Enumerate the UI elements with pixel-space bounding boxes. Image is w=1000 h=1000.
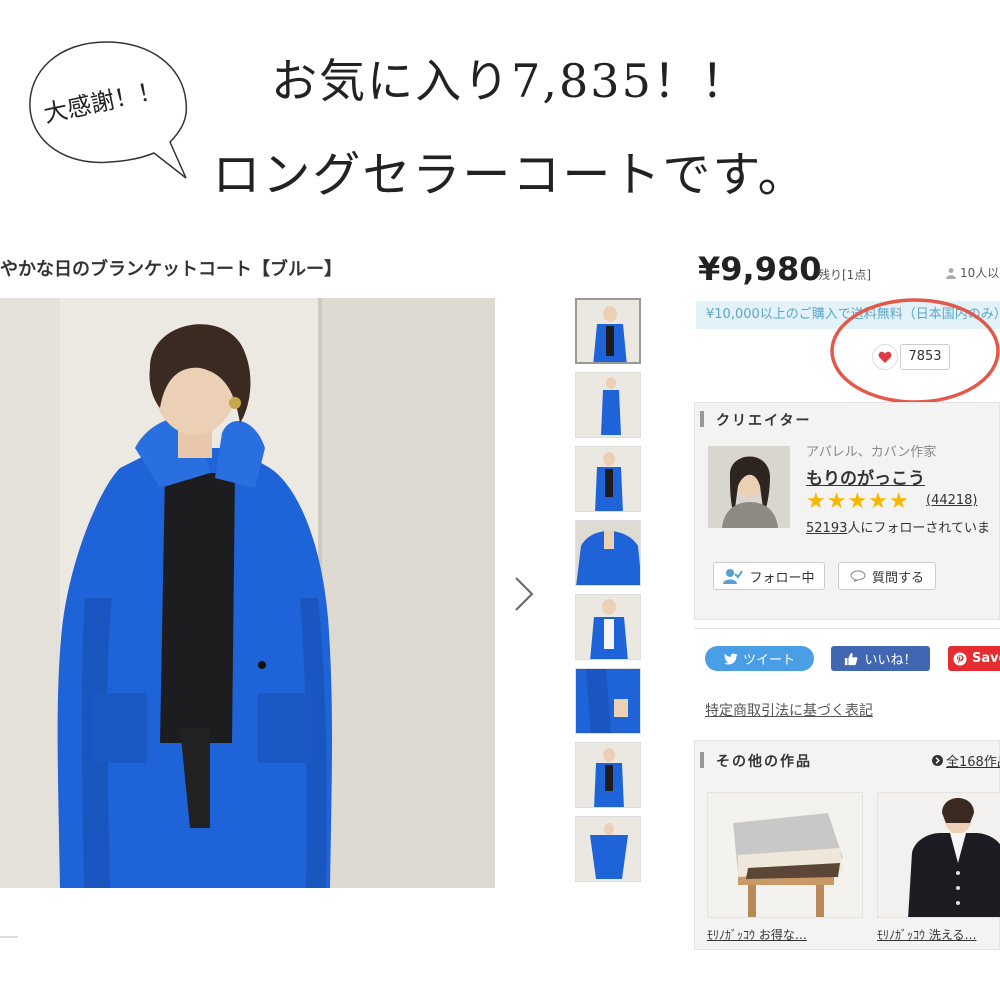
highlight-circle-annotation bbox=[830, 298, 1000, 404]
section-marker bbox=[700, 411, 704, 427]
rating-stars: ★★★★★ bbox=[806, 489, 910, 514]
thumbnail-6[interactable] bbox=[575, 668, 641, 734]
work-label-2[interactable]: ﾓﾘﾉｶﾞｯｺｳ 洗える… bbox=[877, 926, 976, 943]
thumbnail-4[interactable] bbox=[575, 520, 641, 586]
product-title: やかな日のブランケットコート【ブルー】 bbox=[0, 259, 342, 280]
watchers-label: 10人以 bbox=[960, 266, 1000, 280]
stock-remaining: 残り[1点] bbox=[818, 268, 871, 282]
section-marker bbox=[700, 752, 704, 768]
divider bbox=[694, 628, 1000, 629]
work-card-2[interactable] bbox=[877, 792, 1000, 918]
thumbnail-2[interactable] bbox=[575, 372, 641, 438]
tweet-button[interactable]: ツイート bbox=[705, 646, 814, 671]
review-count-link[interactable]: (44218) bbox=[926, 493, 978, 508]
like-label: いいね！ bbox=[864, 653, 917, 668]
headline-favorites: お気に入り7,835！！ bbox=[271, 54, 749, 108]
person-icon bbox=[946, 267, 956, 279]
follow-button[interactable]: フォロー中 bbox=[713, 562, 825, 590]
tweet-label: ツイート bbox=[742, 653, 795, 668]
chevron-right-icon[interactable] bbox=[508, 572, 538, 616]
ask-question-button[interactable]: 質問する bbox=[838, 562, 936, 590]
work-label-1[interactable]: ﾓﾘﾉｶﾞｯｺｳ お得な… bbox=[707, 926, 807, 943]
creator-name-link[interactable]: もりのがっこう bbox=[806, 464, 925, 489]
headline-longseller: ロングセラーコートです。 bbox=[212, 147, 808, 203]
price: ¥9,980 bbox=[698, 250, 822, 288]
thumbnail-3[interactable] bbox=[575, 446, 641, 512]
divider bbox=[0, 936, 18, 938]
pinterest-save-button[interactable]: Save bbox=[948, 646, 1000, 671]
person-check-icon bbox=[723, 569, 744, 584]
followers-text: 52193人にフォローされていま bbox=[806, 517, 990, 536]
thumbs-up-icon bbox=[845, 652, 858, 665]
thumbnail-8[interactable] bbox=[575, 816, 641, 882]
thumbnail-1[interactable] bbox=[575, 298, 641, 364]
speech-bubble-icon bbox=[850, 570, 866, 582]
followers-count-link[interactable]: 52193 bbox=[806, 521, 847, 536]
all-works-link[interactable]: 全168作品 bbox=[932, 751, 1000, 770]
other-works-title: その他の作品 bbox=[716, 754, 812, 770]
watchers-count: 10人以 bbox=[945, 264, 999, 281]
facebook-like-button[interactable]: いいね！ bbox=[831, 646, 930, 671]
pinterest-icon bbox=[953, 651, 967, 666]
creator-section-title: クリエイター bbox=[716, 413, 812, 429]
thumbnail-5[interactable] bbox=[575, 594, 641, 660]
work-card-1[interactable] bbox=[707, 792, 863, 918]
twitter-bird-icon bbox=[723, 653, 738, 664]
followers-suffix: 人にフォローされていま bbox=[847, 521, 990, 536]
save-label: Save bbox=[972, 651, 1000, 666]
creator-role: アパレル、カバン作家 bbox=[806, 445, 937, 460]
follow-label: フォロー中 bbox=[749, 570, 815, 586]
legal-notice-link[interactable]: 特定商取引法に基づく表記 bbox=[705, 700, 873, 720]
circle-arrow-icon bbox=[932, 755, 943, 766]
thumbnail-7[interactable] bbox=[575, 742, 641, 808]
ask-label: 質問する bbox=[871, 570, 924, 586]
creator-avatar[interactable] bbox=[708, 446, 790, 528]
main-product-image bbox=[0, 298, 495, 888]
all-works-label: 全168作品 bbox=[946, 755, 1000, 770]
